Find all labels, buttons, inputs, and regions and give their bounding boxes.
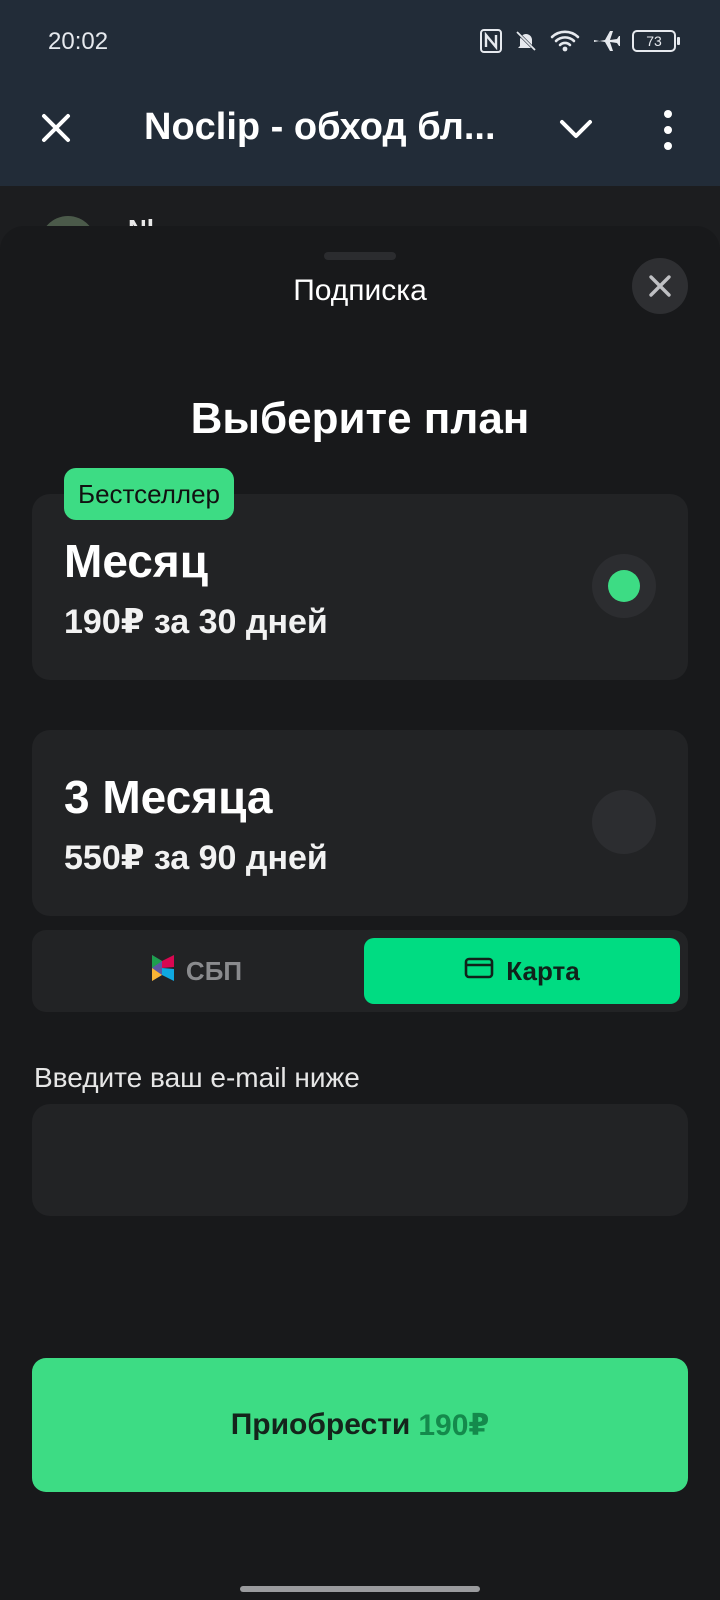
sbp-label: СБП bbox=[185, 955, 243, 986]
plan-heading: Выберите план bbox=[190, 394, 530, 443]
subscription-sheet: Подписка Выберите план Месяц 190₽ за 30 … bbox=[0, 226, 720, 1600]
radio-dot bbox=[608, 570, 640, 602]
status-icons: 73 bbox=[480, 26, 680, 56]
page-title: Noclip - обход бл... bbox=[144, 106, 496, 148]
drag-handle[interactable] bbox=[324, 252, 396, 260]
plan-card-month[interactable]: Месяц 190₽ за 30 дней bbox=[32, 494, 688, 680]
payment-method-toggle: СБП Карта bbox=[32, 930, 688, 1012]
top-bar: 20:02 73 Noclip - обход бл... bbox=[0, 0, 720, 186]
plan-price: 190₽ за 30 дней bbox=[64, 603, 328, 641]
more-vert-icon[interactable] bbox=[656, 108, 680, 152]
email-field[interactable] bbox=[32, 1104, 688, 1216]
home-indicator[interactable] bbox=[240, 1586, 480, 1592]
plan-card-3-months[interactable]: 3 Месяца 550₽ за 90 дней bbox=[32, 730, 688, 916]
sheet-title: Подписка bbox=[293, 274, 427, 307]
status-time: 20:02 bbox=[48, 28, 109, 55]
buy-button[interactable]: Приобрести 190₽ bbox=[32, 1358, 688, 1492]
bell-off-icon bbox=[514, 29, 538, 53]
avatar bbox=[40, 216, 96, 226]
close-icon[interactable] bbox=[36, 108, 76, 148]
plan-radio[interactable] bbox=[592, 790, 656, 854]
sbp-logo-icon bbox=[150, 953, 176, 990]
nfc-icon bbox=[480, 29, 502, 53]
battery-icon: 73 bbox=[632, 30, 680, 52]
credit-card-icon bbox=[464, 956, 494, 987]
plan-price: 550₽ за 90 дней bbox=[64, 839, 328, 877]
plan-name: 3 Месяца bbox=[64, 771, 273, 823]
payment-sbp-button[interactable]: СБП bbox=[32, 930, 360, 1012]
card-label: Карта bbox=[506, 955, 580, 986]
airplane-icon bbox=[592, 29, 620, 53]
plan-radio-selected[interactable] bbox=[592, 554, 656, 618]
sheet-close-button[interactable] bbox=[632, 258, 688, 314]
background-chat-row: Nl bbox=[0, 186, 720, 226]
buy-label: Приобрести bbox=[230, 1408, 411, 1441]
bestseller-badge: Бестселлер bbox=[64, 468, 234, 520]
payment-card-button[interactable]: Карта bbox=[364, 938, 680, 1004]
close-icon bbox=[649, 275, 671, 297]
chat-name: Nl bbox=[128, 214, 154, 226]
plan-name: Месяц bbox=[64, 535, 208, 587]
email-label: Введите ваш e-mail ниже bbox=[34, 1062, 360, 1093]
chevron-down-icon[interactable] bbox=[556, 112, 596, 146]
buy-price: 190₽ bbox=[418, 1408, 490, 1442]
wifi-icon bbox=[550, 29, 580, 53]
